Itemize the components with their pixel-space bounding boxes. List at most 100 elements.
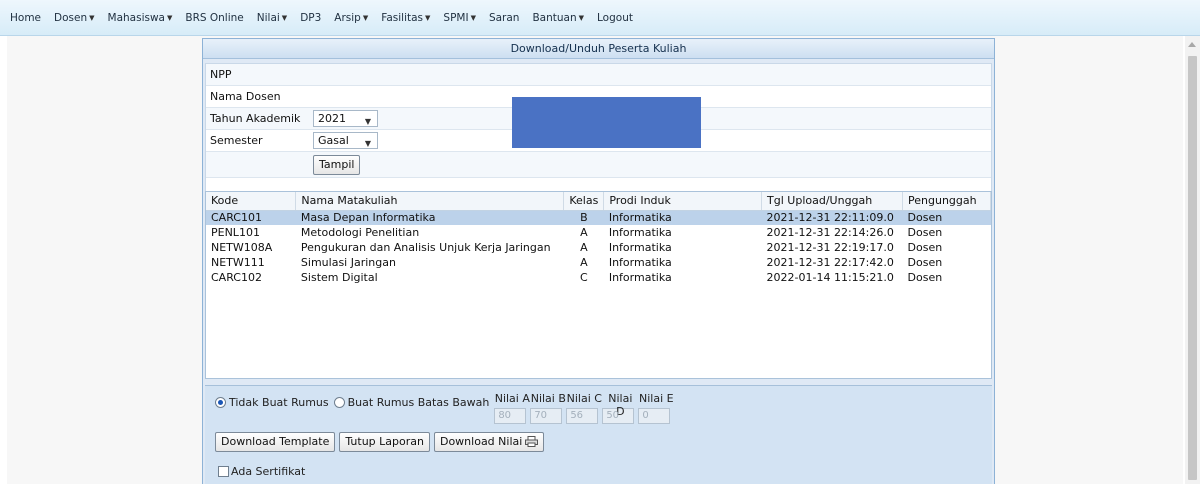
nama-dosen-label: Nama Dosen [210,90,281,103]
menu-item-label: Bantuan [532,12,577,24]
table-row[interactable]: NETW111 Simulasi Jaringan A Informatika 2021… [206,255,991,270]
download-template-button[interactable]: Download Template [215,432,336,452]
sertifikat-checkbox[interactable] [218,466,229,477]
menu-item-brs-online[interactable]: BRS Online [185,12,243,24]
cell-kelas: A [580,241,588,254]
nilai-input[interactable]: 80 [494,408,527,424]
menu-item-label: Logout [597,12,633,24]
menu-item-bantuan[interactable]: Bantuan ▼ [532,12,584,24]
cell-prodi: Informatika [608,256,672,269]
menu-item-label: SPMI [443,12,469,24]
menu-item-saran[interactable]: Saran [489,12,520,24]
menu-item-home[interactable]: Home [10,12,41,24]
cell-pengunggah: Dosen [907,256,943,269]
nilai-input[interactable]: 70 [530,408,563,424]
cell-prodi: Informatika [603,210,762,225]
semester-select[interactable]: Gasal ▼ [313,132,378,149]
nilai-field: Nilai E 0 [638,392,674,424]
menu-item-label: Dosen [54,12,88,24]
header-nama-matakuliah[interactable]: Nama Matakuliah [295,192,565,211]
rumus-options: Tidak Buat Rumus Buat Rumus Batas Bawah … [215,392,674,424]
radio-selected-icon[interactable] [215,397,226,408]
vertical-scrollbar[interactable] [1185,36,1200,484]
sertifikat-label: Ada Sertifikat [231,465,306,478]
menu-item-nilai[interactable]: Nilai ▼ [257,12,287,24]
cell-kelas: A [580,226,588,239]
caret-down-icon: ▼ [578,14,585,22]
menu-item-logout[interactable]: Logout [597,12,633,24]
download-nilai-button[interactable]: Download Nilai [433,432,545,452]
cell-kode: NETW111 [211,256,265,269]
header-pengunggah[interactable]: Pengunggah [902,192,991,211]
cell-prodi: Informatika [608,226,672,239]
matakuliah-table: Kode Nama Matakuliah Kelas Prodi Induk T… [206,192,991,285]
cell-tgl: 2021-12-31 22:14:26.0 [766,226,894,239]
table-row[interactable]: NETW108A Pengukuran dan Analisis Unjuk Ke… [206,240,991,255]
menu-item-dosen[interactable]: Dosen ▼ [54,12,95,24]
cell-nama: Masa Depan Informatika [295,210,564,225]
redaction-box [512,97,701,148]
radio-tidak-label: Tidak Buat Rumus [229,396,329,409]
top-menu-bar: Home Dosen ▼ Mahasiswa ▼ BRS Online Nilai ▼ DP3 A… [0,0,1200,36]
tahun-akademik-select[interactable]: 2021 ▼ [313,110,378,127]
scroll-up-arrow-icon[interactable] [1188,42,1196,47]
nilai-input[interactable]: 0 [638,408,671,424]
sertifikat-option[interactable]: Ada Sertifikat [218,465,305,478]
radio-tidak-buat-rumus[interactable]: Tidak Buat Rumus [215,396,329,409]
download-peserta-panel: Download/Unduh Peserta Kuliah NPP Nama D… [202,38,995,484]
cell-kode: CARC102 [211,271,262,284]
cell-kelas: C [580,271,588,284]
nilai-input[interactable]: 50 [602,408,635,424]
semester-value: Gasal [318,134,349,147]
nilai-field: Nilai B 70 [530,392,566,424]
cell-pengunggah: Dosen [902,210,991,225]
menu-item-fasilitas[interactable]: Fasilitas ▼ [381,12,430,24]
header-tgl-upload[interactable]: Tgl Upload/Unggah [761,192,904,211]
matakuliah-table-box: Kode Nama Matakuliah Kelas Prodi Induk T… [205,191,992,379]
nilai-field: Nilai C 56 [566,392,602,424]
nilai-label: Nilai A [494,392,530,405]
table-row[interactable]: CARC102 Sistem Digital C Informatika 2022-01… [206,270,991,285]
npp-row: NPP [206,64,991,86]
tampil-button[interactable]: Tampil [313,154,361,175]
options-section: Tidak Buat Rumus Buat Rumus Batas Bawah … [205,385,992,484]
caret-down-icon: ▼ [281,14,288,22]
cell-tgl: 2021-12-31 22:19:17.0 [766,241,894,254]
tutup-laporan-button[interactable]: Tutup Laporan [339,432,430,452]
nilai-label: Nilai E [639,392,674,405]
cell-kode: CARC101 [206,210,296,225]
nilai-field: Nilai D 50 [602,392,638,424]
cell-prodi: Informatika [608,241,672,254]
menu-item-spmi[interactable]: SPMI ▼ [443,12,476,24]
menu-item-arsip[interactable]: Arsip ▼ [334,12,368,24]
nilai-label: Nilai D [608,392,633,418]
menu-item-label: Mahasiswa [107,12,165,24]
chevron-down-icon: ▼ [364,139,371,148]
cell-pengunggah: Dosen [907,271,943,284]
menu-item-label: DP3 [300,12,322,24]
chevron-down-icon: ▼ [364,117,371,126]
menu-list: Home Dosen ▼ Mahasiswa ▼ BRS Online Nilai ▼ DP3 A… [0,0,1200,36]
npp-label: NPP [210,68,232,81]
tahun-akademik-value: 2021 [318,112,346,125]
radio-buat-label: Buat Rumus Batas Bawah [347,396,490,409]
cell-kode: NETW108A [211,241,273,254]
menu-item-label: Saran [488,12,520,24]
cell-pengunggah: Dosen [907,241,943,254]
table-body: CARC101 Masa Depan Informatika B Informatik… [206,210,991,285]
table-row[interactable]: CARC101 Masa Depan Informatika B Informatik… [206,210,991,225]
radio-buat-rumus[interactable]: Buat Rumus Batas Bawah [333,396,490,409]
menu-item-dp3[interactable]: DP3 [300,12,321,24]
header-kode[interactable]: Kode [206,192,297,211]
header-kelas[interactable]: Kelas [563,192,605,211]
menu-item-label: BRS Online [185,12,244,24]
cell-nama: Simulasi Jaringan [300,256,396,269]
radio-unselected-icon[interactable] [333,397,345,408]
caret-down-icon: ▼ [362,14,369,22]
header-prodi-induk[interactable]: Prodi Induk [603,192,763,211]
cell-tgl: 2022-01-14 11:15:21.0 [766,271,894,284]
menu-item-mahasiswa[interactable]: Mahasiswa ▼ [108,12,173,24]
scroll-thumb[interactable] [1188,56,1197,480]
table-row[interactable]: PENL101 Metodologi Penelitian A Informatika… [206,225,991,240]
nilai-input[interactable]: 56 [566,408,599,424]
